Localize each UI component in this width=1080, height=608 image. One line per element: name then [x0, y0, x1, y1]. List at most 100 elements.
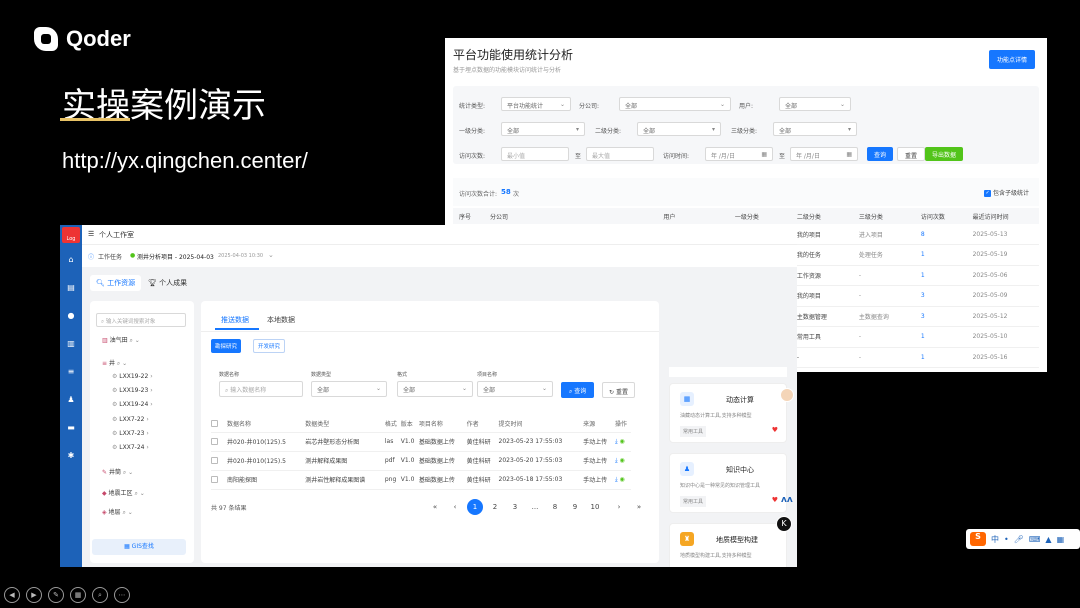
tab-achievements[interactable]: 🏆︎ 个人成果	[148, 278, 187, 288]
slides-grid-icon[interactable]: ▦	[70, 587, 86, 603]
mic-icon[interactable]: 🎤︎	[1014, 535, 1024, 544]
user-select[interactable]: 全部 ⌄	[779, 97, 851, 111]
page-number[interactable]: 9	[567, 499, 583, 515]
company-select[interactable]: 全部 ⌄	[619, 97, 731, 111]
skin-icon[interactable]: ▲	[1045, 535, 1051, 544]
table-row[interactable]: 南阳能探图 测井岩性解释成果图谱 png V1.0 基础数据上传 黄佳科研 2023-05-…	[211, 470, 631, 490]
first-page-icon[interactable]: «	[427, 499, 443, 515]
next-slide-icon[interactable]: ▶	[26, 587, 42, 603]
date-start-input[interactable]: 年 /月/日 ▦	[705, 147, 773, 161]
more-icon[interactable]: ⋯	[114, 587, 130, 603]
view-icon[interactable]: ◉	[620, 476, 625, 483]
view-icon[interactable]: ◉	[620, 457, 625, 464]
grid-icon[interactable]: ▦	[1057, 535, 1065, 544]
user-icon[interactable]: ♟	[66, 395, 76, 405]
folder-icon[interactable]: ▬	[66, 423, 76, 433]
tree-node[interactable]: ⚙ LXX19-22 ›	[112, 373, 153, 380]
page-number[interactable]: ...	[527, 499, 543, 515]
export-button[interactable]: 导出数据	[925, 147, 964, 161]
tool-card-knowledge[interactable]: ♟ 知识中心 知识中心是一种常见的知识管理工具 常用工具 ♥	[669, 453, 787, 513]
download-icon[interactable]: ⤓	[615, 476, 618, 483]
pen-icon[interactable]: ✎	[48, 587, 64, 603]
tree-node[interactable]: ⚙ LXX19-24 ›	[112, 401, 153, 408]
query-button[interactable]: 查询	[867, 147, 894, 161]
punct-icon[interactable]: •	[1004, 535, 1009, 544]
ime-mode[interactable]: 中	[991, 534, 999, 545]
item-filter-select[interactable]: 全部 ⌄	[477, 381, 553, 397]
l1-select[interactable]: 全部 ▾	[501, 122, 585, 136]
l3-select[interactable]: 全部 ▾	[773, 122, 857, 136]
tool-card-dynamic[interactable]: ▦ 动态计算 油藏动态计算工具,支持多种模型 常用工具 ♥	[669, 383, 787, 443]
home-icon[interactable]: ⌂	[66, 255, 76, 265]
tree-node[interactable]: ⚙ LXX7-23 ›	[112, 430, 149, 437]
tree-node[interactable]: ⚙ LXX7-22 ›	[112, 416, 149, 423]
tree-node[interactable]: ≡ 井 ⌕ ⌄	[102, 358, 127, 368]
select-all-checkbox[interactable]	[211, 416, 227, 433]
include-sub-checkbox[interactable]: ✓ 包含子级统计	[984, 188, 1029, 197]
zoom-icon[interactable]: ⌕	[92, 587, 108, 603]
database-icon[interactable]: ≡	[66, 367, 76, 377]
data-reset-button[interactable]: ↻ 重置	[602, 382, 635, 398]
file-icon[interactable]: ▤	[66, 283, 76, 293]
row-checkbox[interactable]	[211, 451, 227, 471]
menu-icon[interactable]: ☰	[88, 230, 94, 238]
user-label: 用户:	[739, 103, 754, 110]
tree-node[interactable]: ◈ 地层 ⌕ ⌄	[102, 507, 133, 517]
page-number[interactable]: 10	[587, 499, 603, 515]
tree-node[interactable]: ⚙ LXX7-24 ›	[112, 444, 149, 451]
keyboard-icon[interactable]: ⌨	[1029, 535, 1041, 544]
heart-icon[interactable]: ♥	[772, 496, 778, 504]
tab-push-data[interactable]: 推送数据	[221, 315, 249, 325]
k-assistant-icon[interactable]: K	[776, 516, 792, 532]
download-icon[interactable]: ⤓	[615, 438, 618, 445]
date-end-input[interactable]: 年 /月/日 ▦	[790, 147, 858, 161]
project-name[interactable]: 测井分析项目 - 2025-04-03	[137, 252, 214, 261]
sogou-icon[interactable]: S	[970, 532, 986, 546]
name-filter-input[interactable]: ⌕ 输入数据名称	[219, 381, 303, 397]
gis-search-button[interactable]: ▦ GIS查找	[92, 539, 186, 555]
checkbox-icon[interactable]	[211, 476, 218, 483]
count-min-input[interactable]: 最小值	[501, 147, 569, 161]
checkbox-icon[interactable]	[211, 457, 218, 464]
table-row[interactable]: 井020-井010(125).5 测井解释成果图 pdf V1.0 基础数据上传 黄佳科研…	[211, 451, 631, 471]
next-page-icon[interactable]: ›	[611, 499, 627, 515]
subtab-exploration[interactable]: 勘探研究	[211, 339, 242, 353]
tool-card-geomodel[interactable]: ♜ 地质模型构建 地质模型构建工具,支持多种模型	[669, 523, 787, 567]
reset-button[interactable]: 重置	[897, 147, 926, 161]
chevron-down-icon[interactable]: ⌄	[268, 251, 274, 259]
tree-node[interactable]: ⚙ LXX19-23 ›	[112, 387, 153, 394]
data-query-button[interactable]: ⌕ 查询	[561, 382, 595, 398]
checkbox-icon[interactable]	[211, 438, 218, 445]
chat-icon[interactable]: ●	[66, 311, 76, 321]
tree-node[interactable]: ◆ 地震工区 ⌕ ⌄	[102, 488, 145, 498]
count-max-input[interactable]: 最大值	[586, 147, 654, 161]
page-number[interactable]: 8	[547, 499, 563, 515]
row-checkbox[interactable]	[211, 432, 227, 452]
download-icon[interactable]: ⤓	[615, 457, 618, 464]
slide-url[interactable]: http://yx.qingchen.center/	[62, 148, 308, 174]
heart-icon[interactable]: ♥	[772, 426, 778, 434]
tab-local-data[interactable]: 本地数据	[267, 315, 295, 325]
avatar[interactable]	[780, 388, 794, 402]
table-row[interactable]: 井020-井010(125).5 岩芯井壁形态分析图 las V1.0 基础数据上传 黄佳…	[211, 432, 631, 452]
tree-search-input[interactable]: ⌕ 输入关键词搜索对象	[96, 313, 186, 327]
page-number[interactable]: 3	[507, 499, 523, 515]
chart-icon[interactable]: ▥	[66, 339, 76, 349]
detail-button[interactable]: 功能点详情	[988, 50, 1035, 69]
type-select[interactable]: 平台功能统计 ⌄	[501, 97, 571, 111]
row-checkbox[interactable]	[211, 470, 227, 490]
page-number[interactable]: 2	[487, 499, 503, 515]
view-icon[interactable]: ◉	[620, 438, 625, 445]
gear-icon[interactable]: ✱	[66, 451, 76, 461]
l2-select[interactable]: 全部 ▾	[637, 122, 721, 136]
format-filter-select[interactable]: 全部 ⌄	[397, 381, 473, 397]
prev-slide-icon[interactable]: ◀	[4, 587, 20, 603]
tab-resources[interactable]: 🔍︎ 工作资源	[90, 275, 142, 291]
tree-node[interactable]: ✎ 井筒 ⌕ ⌄	[102, 467, 133, 477]
prev-page-icon[interactable]: ‹	[447, 499, 463, 515]
subtab-development[interactable]: 开发研究	[253, 339, 286, 353]
type-filter-select[interactable]: 全部 ⌄	[311, 381, 387, 397]
tree-node[interactable]: ▥ 油气田 ⌕ ⌄	[102, 335, 140, 345]
page-number[interactable]: 1	[467, 499, 483, 515]
last-page-icon[interactable]: »	[631, 499, 647, 515]
